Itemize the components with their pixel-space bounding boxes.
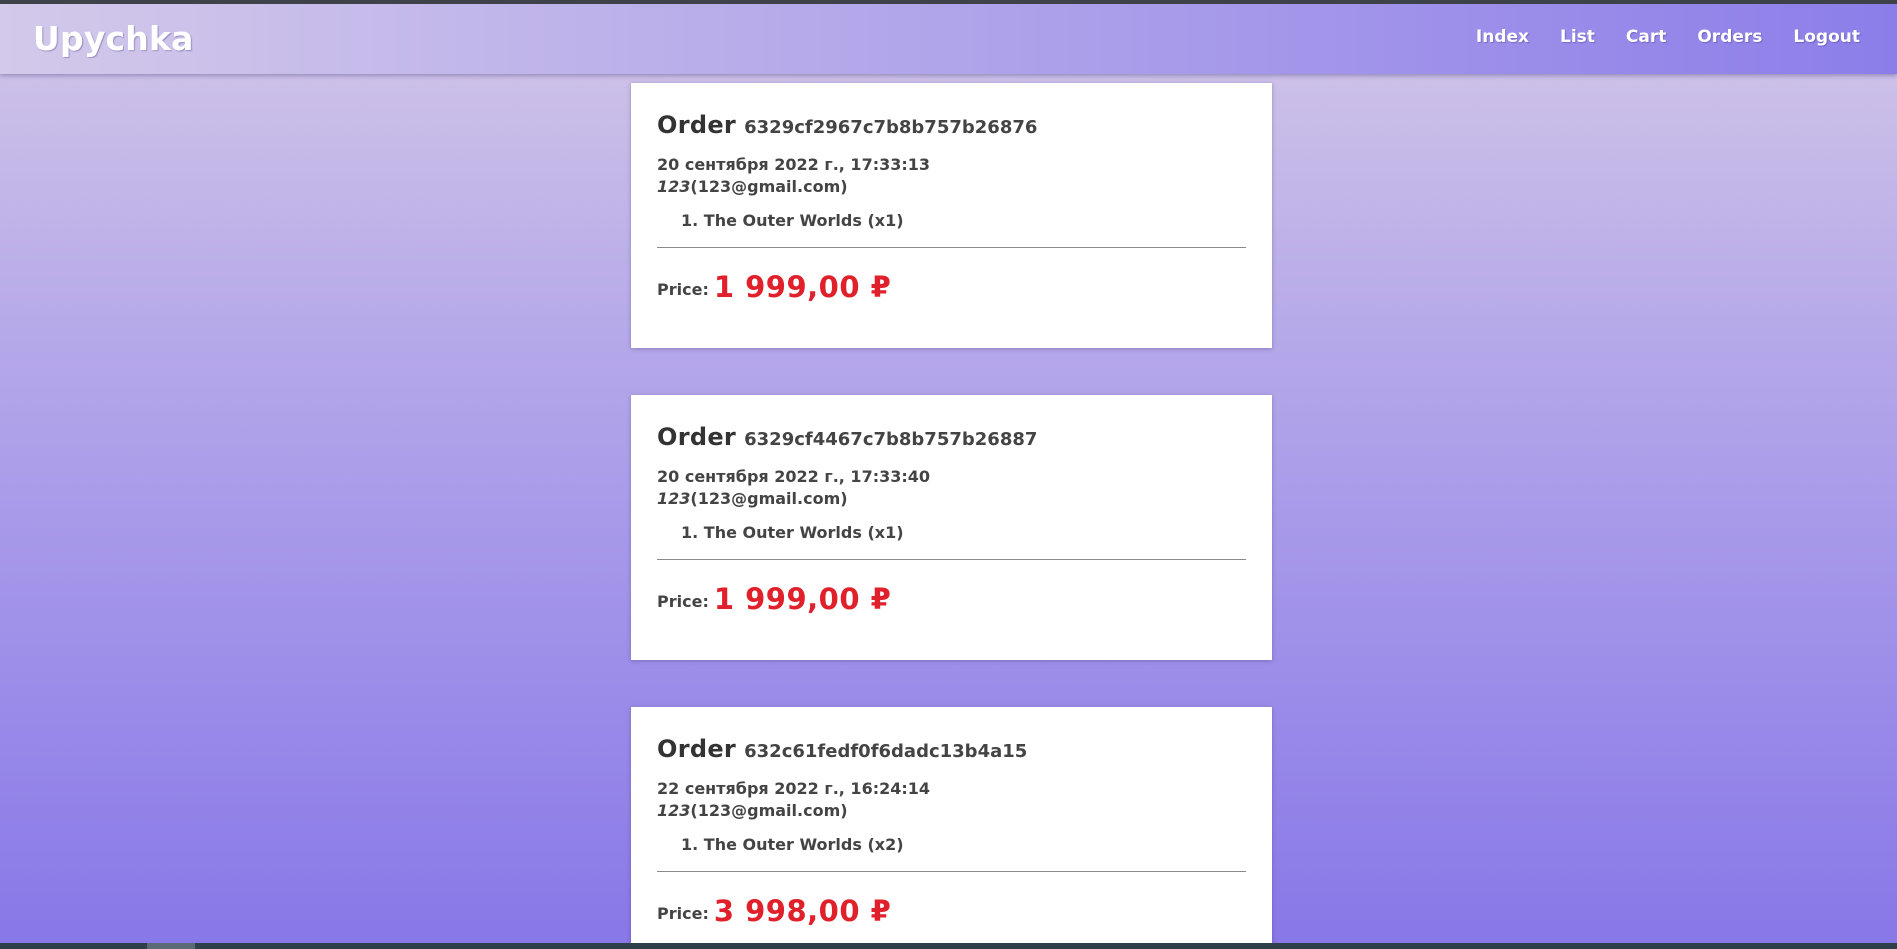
brand-logo[interactable]: Upychka <box>33 19 194 58</box>
order-card: Order 632c61fedf0f6dadc13b4a15 22 сентяб… <box>631 707 1272 949</box>
order-id: 6329cf2967c7b8b757b26876 <box>744 117 1038 138</box>
order-price-value: 1 999,00 ₽ <box>713 270 892 304</box>
order-date: 22 сентября 2022 г., 16:24:14 <box>657 779 931 798</box>
order-id: 632c61fedf0f6dadc13b4a15 <box>744 741 1028 762</box>
order-divider <box>657 871 1246 872</box>
order-price-label: Price: <box>657 280 709 299</box>
order-user: 123(123@gmail.com) <box>657 489 1246 513</box>
order-item: 1. The Outer Worlds (x1) <box>681 523 904 542</box>
order-user-name: 123 <box>657 489 691 508</box>
order-user: 123(123@gmail.com) <box>657 801 1246 825</box>
order-price-row: Price: 1 999,00 ₽ <box>657 580 1246 616</box>
nav-link-cart[interactable]: Cart <box>1626 27 1666 47</box>
order-divider <box>657 247 1246 248</box>
order-items: 1. The Outer Worlds (x2) <box>681 835 1246 859</box>
order-title: Order 6329cf4467c7b8b757b26887 <box>657 423 1246 455</box>
order-price-row: Price: 3 998,00 ₽ <box>657 892 1246 928</box>
order-title: Order 6329cf2967c7b8b757b26876 <box>657 111 1246 143</box>
horizontal-scrollbar[interactable] <box>0 943 1897 949</box>
order-user-email: (123@gmail.com) <box>690 489 848 508</box>
order-card-body: Order 632c61fedf0f6dadc13b4a15 22 сентяб… <box>657 735 1246 928</box>
order-user-name: 123 <box>657 177 691 196</box>
order-title-word: Order <box>657 735 737 763</box>
order-price-label: Price: <box>657 904 709 923</box>
order-user-name: 123 <box>657 801 691 820</box>
order-title: Order 632c61fedf0f6dadc13b4a15 <box>657 735 1246 767</box>
order-price-value: 1 999,00 ₽ <box>713 582 892 616</box>
order-price-label: Price: <box>657 592 709 611</box>
order-user-email: (123@gmail.com) <box>690 801 848 820</box>
order-card: Order 6329cf4467c7b8b757b26887 20 сентяб… <box>631 395 1272 660</box>
order-price-row: Price: 1 999,00 ₽ <box>657 268 1246 304</box>
order-user-email: (123@gmail.com) <box>690 177 848 196</box>
nav-link-logout[interactable]: Logout <box>1793 27 1860 47</box>
order-title-word: Order <box>657 423 737 451</box>
navbar: Upychka Index List Cart Orders Logout <box>0 4 1897 74</box>
nav-links: Index List Cart Orders Logout <box>1445 27 1860 47</box>
order-date: 20 сентября 2022 г., 17:33:40 <box>657 467 931 486</box>
order-user: 123(123@gmail.com) <box>657 177 1246 201</box>
order-item: 1. The Outer Worlds (x1) <box>681 211 904 230</box>
order-date: 20 сентября 2022 г., 17:33:13 <box>657 155 931 174</box>
scrollbar-thumb[interactable] <box>147 943 195 949</box>
order-id: 6329cf4467c7b8b757b26887 <box>744 429 1038 450</box>
order-item: 1. The Outer Worlds (x2) <box>681 835 904 854</box>
order-items: 1. The Outer Worlds (x1) <box>681 211 1246 235</box>
nav-link-orders[interactable]: Orders <box>1697 27 1762 47</box>
nav-link-list[interactable]: List <box>1560 27 1595 47</box>
order-card-body: Order 6329cf4467c7b8b757b26887 20 сентяб… <box>657 423 1246 616</box>
order-title-word: Order <box>657 111 737 139</box>
order-card-body: Order 6329cf2967c7b8b757b26876 20 сентяб… <box>657 111 1246 304</box>
order-card: Order 6329cf2967c7b8b757b26876 20 сентяб… <box>631 83 1272 348</box>
order-price-value: 3 998,00 ₽ <box>713 894 892 928</box>
order-items: 1. The Outer Worlds (x1) <box>681 523 1246 547</box>
order-divider <box>657 559 1246 560</box>
nav-link-index[interactable]: Index <box>1476 27 1529 47</box>
